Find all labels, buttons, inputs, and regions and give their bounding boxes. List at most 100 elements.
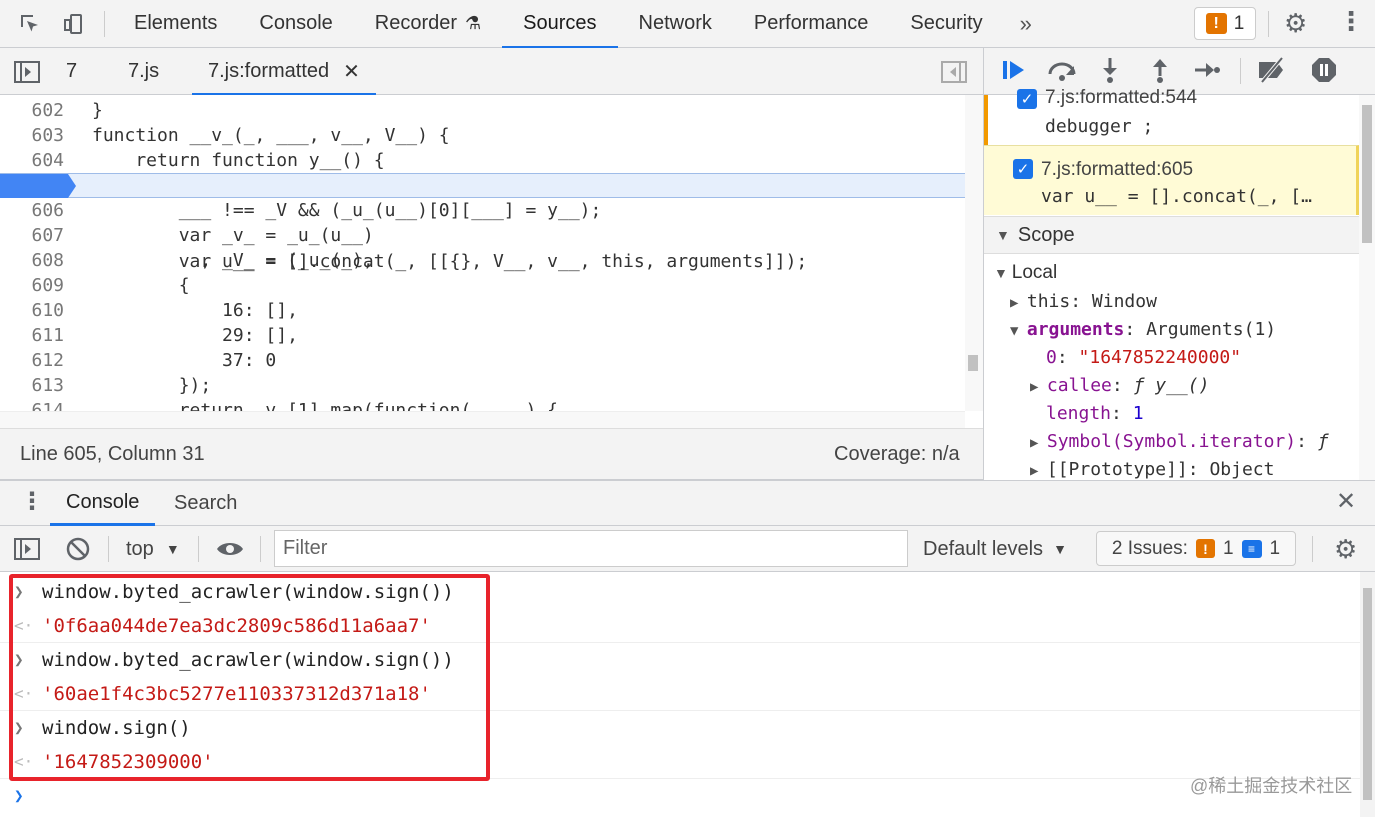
console-prompt-line[interactable]: ❯ <box>0 779 1360 813</box>
drawer-tabbar: ⋮ Console Search ✕ <box>0 480 1375 526</box>
console-settings-gear-icon[interactable]: ⚙ <box>1334 526 1357 572</box>
editor-horizontal-scrollbar[interactable] <box>0 411 965 428</box>
toggle-navigator-icon[interactable] <box>14 48 40 95</box>
active-prompt-icon: ❯ <box>14 786 24 805</box>
expand-triangle-icon: ▶ <box>1010 295 1027 311</box>
drawer-tab-search[interactable]: Search <box>174 481 237 526</box>
toolbar-divider <box>198 536 199 562</box>
breakpoint-location: 7.js:formatted:605 <box>1041 159 1194 180</box>
scope-this-row[interactable]: ▶ this: Window <box>1010 289 1157 316</box>
tab-sources[interactable]: Sources <box>502 0 618 49</box>
code-line: 610 16: [], <box>31 300 298 321</box>
tab-recorder[interactable]: Recorder ⚗ <box>354 0 502 48</box>
breakpoint-checkbox[interactable]: ✓ <box>1017 89 1037 109</box>
input-prompt-icon: ❯ <box>14 718 24 737</box>
tab-elements[interactable]: Elements <box>113 0 238 48</box>
cursor-position: Line 605, Column 31 <box>20 443 205 465</box>
devtools-main-tabbar: Elements Console Recorder ⚗ Sources Netwo… <box>0 0 1375 49</box>
breakpoint-item-active[interactable]: ✓ 7.js:formatted:605 var u__ = [].concat… <box>984 145 1360 215</box>
code-line: 609 { <box>31 275 190 296</box>
code-line: 614 return _v_[1].map(function(_____) { <box>31 400 558 411</box>
console-result-line: <· '1647852309000' <box>0 745 1360 779</box>
close-tab-icon[interactable]: ✕ <box>343 59 360 84</box>
dropdown-caret-icon: ▼ <box>1053 541 1067 557</box>
expand-triangle-icon: ▶ <box>1030 379 1047 395</box>
result-arrow-icon: <· <box>14 752 34 771</box>
live-expression-eye-icon[interactable] <box>215 526 245 572</box>
console-result-line: <· '60ae1f4c3bc5277e110337312d371a18' <box>0 677 1360 711</box>
code-line: 606 ___ !== _V && (_u_(u__)[0][___] = y_… <box>31 200 602 221</box>
drawer-menu-icon[interactable]: ⋮ <box>20 487 44 516</box>
code-editor[interactable]: 602} 603 function __v_(_, ___, v__, V__) … <box>0 95 965 411</box>
expand-triangle-icon: ▶ <box>1030 463 1047 479</box>
file-tab-7[interactable]: 7 <box>66 48 77 95</box>
tab-security[interactable]: Security <box>889 0 1003 48</box>
resume-icon[interactable] <box>1000 56 1028 91</box>
show-sidebar-icon[interactable] <box>14 526 40 572</box>
toggle-debugger-icon[interactable] <box>941 48 967 95</box>
step-icon[interactable] <box>1193 56 1221 91</box>
file-tab-7js-formatted[interactable]: 7.js:formatted ✕ <box>192 48 376 96</box>
tab-console[interactable]: Console <box>238 0 353 48</box>
deactivate-breakpoints-icon[interactable] <box>1256 56 1288 91</box>
tab-recorder-label: Recorder <box>374 12 458 34</box>
console-scrollbar[interactable] <box>1360 572 1375 817</box>
breakpoint-checkbox[interactable]: ✓ <box>1013 159 1033 179</box>
console-output[interactable]: ❯ window.byted_acrawler(window.sign()) <·… <box>0 572 1360 817</box>
scrollbar-thumb[interactable] <box>1362 105 1372 243</box>
editor-vertical-scrollbar[interactable] <box>965 95 983 411</box>
coverage-status[interactable]: Coverage: n/a <box>834 443 960 466</box>
breakpoint-marker-icon[interactable] <box>0 174 76 198</box>
console-input-line: ❯ window.sign() <box>0 711 1360 745</box>
scope-length-row[interactable]: length: 1 <box>1046 401 1144 427</box>
context-selector[interactable]: top ▼ <box>126 526 180 572</box>
clear-console-icon[interactable] <box>66 526 90 572</box>
inspect-element-icon[interactable] <box>8 0 52 48</box>
pause-on-exceptions-icon[interactable] <box>1310 56 1338 91</box>
scope-callee-row[interactable]: ▶ callee: ƒ y__() <box>1030 373 1209 400</box>
issues-count: 1 <box>1233 12 1245 34</box>
step-into-icon[interactable] <box>1098 56 1122 91</box>
file-tab-label: 7.js:formatted <box>208 60 330 82</box>
tab-network[interactable]: Network <box>618 0 733 48</box>
more-options-icon[interactable]: ⋮ <box>1338 6 1364 37</box>
breakpoint-item[interactable]: ✓ 7.js:formatted:544 debugger ; <box>984 87 1360 145</box>
expand-triangle-icon: ▼ <box>1010 323 1027 339</box>
scope-arg0-row[interactable]: 0: "1647852240000" <box>1046 345 1241 371</box>
log-levels-dropdown[interactable]: Default levels ▼ <box>923 526 1067 572</box>
code-line: 607 var _v_ = _u_(u__) <box>31 225 374 246</box>
step-out-icon[interactable] <box>1148 56 1172 91</box>
toolbar-divider <box>104 10 105 37</box>
toolbar-divider <box>260 536 261 562</box>
scope-symbol-row[interactable]: ▶ Symbol(Symbol.iterator): ƒ <box>1030 429 1329 456</box>
code-line: 611 29: [], <box>31 325 298 346</box>
device-toolbar-icon[interactable] <box>52 0 96 48</box>
code-line: 602} <box>31 100 103 121</box>
toolbar-divider <box>1312 536 1313 562</box>
code-line: 604 return function y__() { <box>31 150 385 171</box>
console-issues-button[interactable]: 2 Issues: ! 1 ≡ 1 <box>1096 531 1296 566</box>
expand-triangle-icon: ▼ <box>994 265 1012 281</box>
more-tabs-chevron-icon[interactable]: » <box>1020 11 1032 37</box>
console-filter-input[interactable]: Filter <box>274 530 908 567</box>
close-drawer-icon[interactable]: ✕ <box>1336 487 1356 516</box>
sources-file-tabs: 7 7.js 7.js:formatted ✕ <box>0 48 983 96</box>
file-tab-7js[interactable]: 7.js <box>128 48 159 95</box>
dropdown-caret-icon: ▼ <box>165 541 180 557</box>
scrollbar-thumb[interactable] <box>968 355 978 371</box>
debugger-scrollbar[interactable] <box>1359 95 1375 480</box>
result-arrow-icon: <· <box>14 684 34 703</box>
scope-arguments-row[interactable]: ▼ arguments: Arguments(1) <box>1010 317 1276 344</box>
scope-section-header[interactable]: ▼ Scope <box>984 216 1360 254</box>
breakpoint-location: 7.js:formatted:544 <box>1045 87 1198 108</box>
console-toolbar: top ▼ Filter Default levels ▼ 2 Issues: ! … <box>0 526 1375 572</box>
scrollbar-thumb[interactable] <box>1363 588 1372 800</box>
drawer-tab-console[interactable]: Console <box>50 481 156 526</box>
scope-prototype-row[interactable]: ▶ [[Prototype]]: Object <box>1030 457 1274 480</box>
code-line: 612 37: 0 <box>31 350 277 371</box>
settings-gear-icon[interactable]: ⚙ <box>1284 8 1307 39</box>
issues-badge[interactable]: ! 1 <box>1194 7 1256 40</box>
step-over-icon[interactable] <box>1046 56 1078 91</box>
scope-local[interactable]: ▼ Local <box>994 260 1057 286</box>
tab-performance[interactable]: Performance <box>733 0 890 48</box>
